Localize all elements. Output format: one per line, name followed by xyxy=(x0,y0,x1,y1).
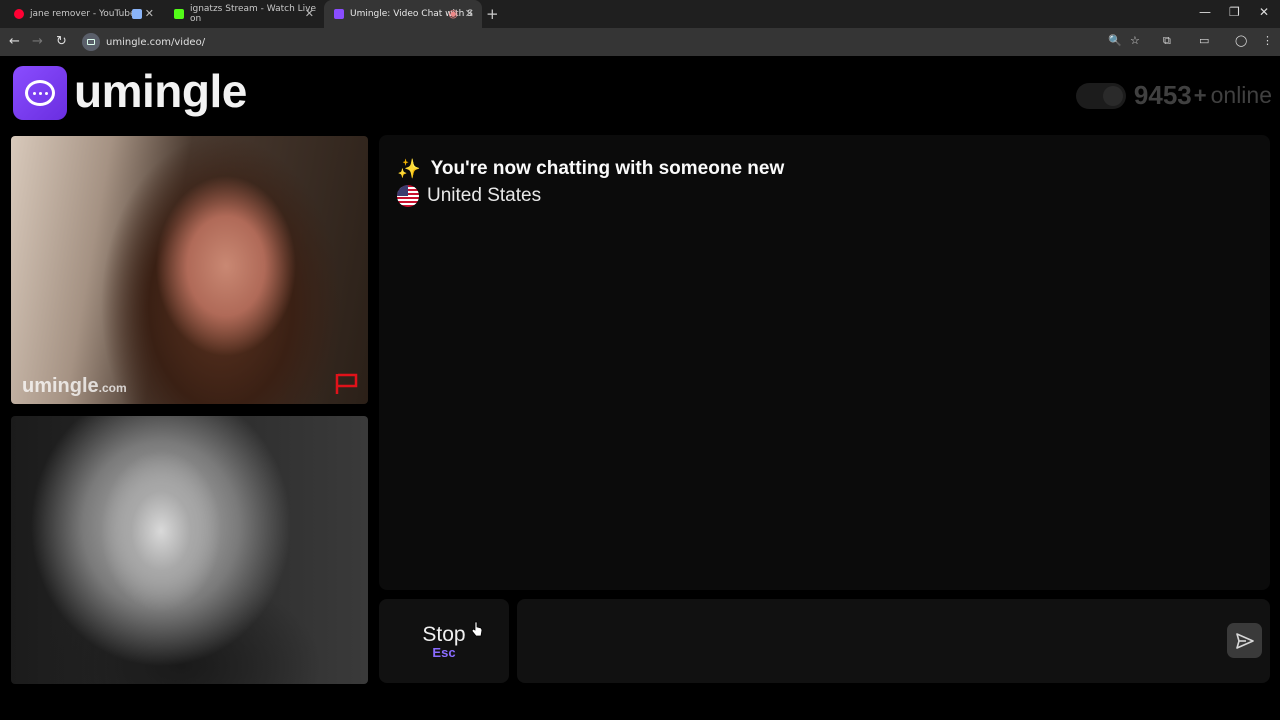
extensions-icon[interactable]: ⧉ xyxy=(1163,34,1171,48)
recording-icon: ◉ xyxy=(448,7,458,20)
theme-toggle[interactable] xyxy=(1075,82,1126,109)
close-icon[interactable]: ✕ xyxy=(305,8,314,20)
sparkles-icon: ✨ xyxy=(397,159,421,180)
stop-shortcut: Esc xyxy=(432,644,456,660)
page-icon xyxy=(132,9,142,19)
online-plus: + xyxy=(1193,82,1207,108)
bookmark-star-icon[interactable]: ☆ xyxy=(1130,34,1140,47)
watermark-suffix: .com xyxy=(98,381,127,395)
stranger-country: United States xyxy=(397,185,541,207)
status-text: You're now chatting with someone new xyxy=(430,158,785,179)
umingle-logo-icon[interactable] xyxy=(13,66,67,120)
close-icon[interactable]: ✕ xyxy=(465,8,474,20)
us-flag-icon xyxy=(397,185,419,207)
menu-icon[interactable]: ⋮ xyxy=(1262,34,1273,47)
back-icon[interactable]: ← xyxy=(9,34,20,49)
profile-icon[interactable]: ◯ xyxy=(1235,34,1247,47)
close-window-icon[interactable]: ✕ xyxy=(1259,5,1269,19)
restore-icon[interactable]: ❐ xyxy=(1229,5,1240,19)
tab-umingle[interactable]: Umingle: Video Chat with S ◉ ✕ xyxy=(324,0,482,28)
remote-video: umingle.com xyxy=(11,136,368,404)
online-counter: 9453 + online xyxy=(1075,80,1272,111)
forward-icon[interactable]: → xyxy=(32,34,43,49)
url-text: umingle.com/video/ xyxy=(106,36,206,48)
kick-icon xyxy=(174,9,184,19)
minimize-icon[interactable]: — xyxy=(1199,5,1211,19)
message-input[interactable] xyxy=(529,625,1219,657)
address-bar[interactable]: umingle.com/video/ xyxy=(80,31,1160,53)
site-info-icon[interactable] xyxy=(82,33,100,51)
watermark-main: umingle xyxy=(22,375,99,397)
youtube-icon xyxy=(14,9,24,19)
hand-cursor-icon xyxy=(471,621,483,637)
tab-kick-stream[interactable]: ignatzs Stream - Watch Live on ✕ xyxy=(164,0,322,28)
logo-text[interactable]: umingle xyxy=(74,64,247,118)
cast-icon[interactable]: ▭ xyxy=(1199,34,1209,47)
chat-status-message: ✨ You're now chatting with someone new xyxy=(397,157,784,181)
tab-untitled[interactable] xyxy=(122,0,162,28)
page-content: umingle 9453 + online umingle.com ✨ You'… xyxy=(0,56,1280,720)
message-bar xyxy=(517,599,1270,683)
tab-title: jane remover - YouTube xyxy=(30,9,136,19)
stop-label: Stop xyxy=(422,622,466,646)
video-watermark: umingle.com xyxy=(22,375,127,398)
report-flag-icon[interactable] xyxy=(334,372,360,396)
zoom-icon[interactable]: 🔍 xyxy=(1108,34,1122,47)
browser-toolbar: ← → ↻ umingle.com/video/ 🔍 ☆ ⧉ ▭ ◯ ⋮ xyxy=(0,28,1280,56)
online-count: 9453 xyxy=(1133,80,1192,110)
send-icon xyxy=(1235,632,1254,649)
tab-title: ignatzs Stream - Watch Live on xyxy=(190,4,317,24)
umingle-icon xyxy=(334,9,344,19)
online-label: online xyxy=(1210,82,1272,108)
local-video xyxy=(11,416,368,684)
country-text: United States xyxy=(427,185,542,206)
send-button[interactable] xyxy=(1227,623,1262,658)
chat-panel: ✨ You're now chatting with someone new U… xyxy=(379,135,1270,590)
browser-tab-bar: jane remover - YouTube ✕ ignatzs Stream … xyxy=(0,0,1280,28)
new-tab-button[interactable]: + xyxy=(486,5,499,23)
chat-bubble-icon xyxy=(25,80,55,106)
reload-icon[interactable]: ↻ xyxy=(56,34,67,49)
stop-button[interactable]: Stop Esc xyxy=(379,599,509,683)
